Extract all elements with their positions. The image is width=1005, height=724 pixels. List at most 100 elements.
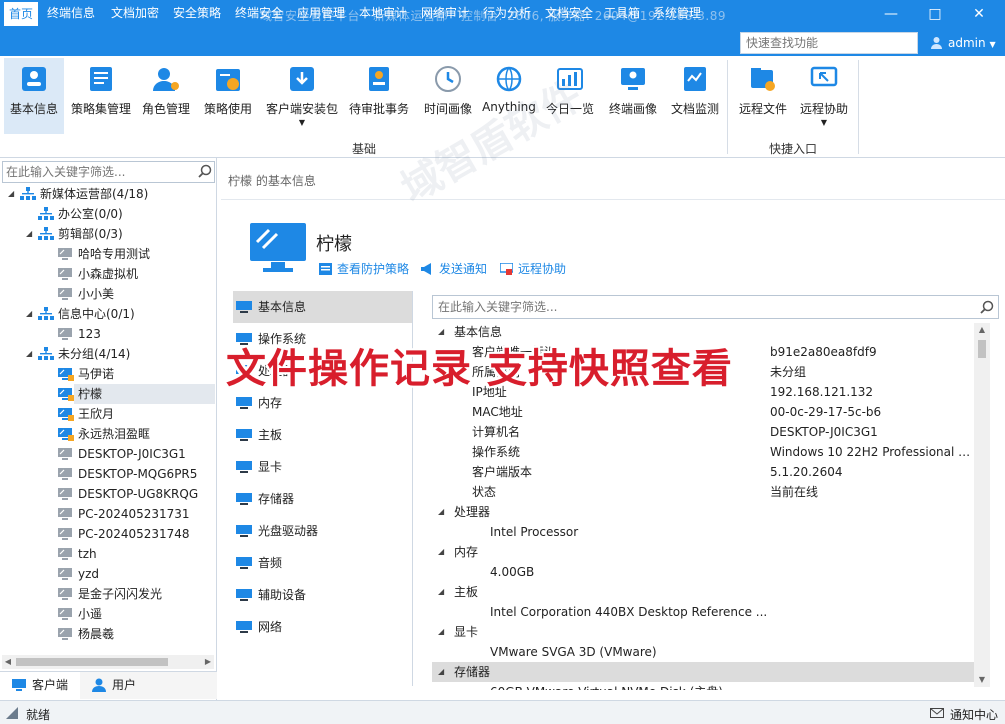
ribbon-button-policy-set[interactable]: 策略集管理 [68,58,134,134]
tab-clients[interactable]: 客户端 [0,672,80,699]
tree-client-node[interactable]: PC-202405231748 [0,524,215,544]
scroll-left-icon[interactable]: ◀ [2,655,14,669]
category-item[interactable]: 存储器 [233,483,412,515]
tree-client-node[interactable]: 哈哈专用测试 [0,244,215,264]
tree-client-node[interactable]: 小小美 [0,284,215,304]
ribbon-button-remote-file[interactable]: 远程文件 [733,58,793,134]
menu-item[interactable]: 网络审计 [414,0,476,26]
ribbon-button-policy-usage[interactable]: 策略使用 [198,58,258,134]
collapse-arrow-icon[interactable]: ◢ [8,184,16,204]
tree-client-node[interactable]: 小遥 [0,604,215,624]
tree-client-node[interactable]: 是金子闪闪发光 [0,584,215,604]
detail-vertical-scrollbar[interactable]: ▲ ▼ [974,323,990,687]
tree-client-node[interactable]: yzd [0,564,215,584]
detail-row[interactable]: 状态 当前在线 [432,482,975,502]
detail-section-header[interactable]: ◢ 处理器 [432,502,975,522]
collapse-arrow-icon[interactable]: ◢ [438,622,448,642]
menu-item[interactable]: 安全策略 [166,0,228,26]
tree-client-node[interactable]: 123 [0,324,215,344]
ribbon-button-terminal-portrait[interactable]: 终端画像 [603,58,663,134]
function-search-box[interactable] [740,32,918,54]
menu-item[interactable]: 行为分析 [476,0,538,26]
collapse-arrow-icon[interactable]: ◢ [438,662,448,682]
menu-item[interactable]: 终端安全 [228,0,290,26]
search-icon[interactable] [198,164,212,178]
close-button[interactable]: ✕ [957,0,1001,30]
tree-client-node[interactable]: PC-202405231731 [0,504,215,524]
tree-client-node[interactable]: 王欣月 [0,404,215,424]
detail-row[interactable]: 客户端版本 5.1.20.2604 [432,462,975,482]
tree-filter-input[interactable] [3,162,193,182]
tree-client-node[interactable]: 永远热泪盈眶 [0,424,215,444]
expand-arrow-icon[interactable] [26,204,34,224]
maximize-button[interactable]: □ [913,0,957,30]
send-notification-link[interactable]: 发送通知 [421,260,487,276]
tree-client-node[interactable]: tzh [0,544,215,564]
collapse-arrow-icon[interactable]: ◢ [26,304,34,324]
tree-filter-box[interactable] [2,161,215,183]
detail-row[interactable]: 4.00GB [432,562,975,582]
category-item[interactable]: 主板 [233,419,412,451]
tree-client-node[interactable]: 小森虚拟机 [0,264,215,284]
user-menu[interactable]: admin ▼ [930,30,996,56]
collapse-arrow-icon[interactable]: ◢ [438,542,448,562]
menu-item[interactable]: 系统管理 [646,0,708,26]
tree-client-node[interactable]: 柠檬 [58,384,215,404]
detail-section-header[interactable]: ◢ 存储器 [432,662,975,682]
tree-group-node[interactable]: 办公室(0/0) [0,204,215,224]
scroll-down-icon[interactable]: ▼ [974,673,990,687]
menu-item[interactable]: 文档加密 [104,0,166,26]
tree-client-node[interactable]: DESKTOP-UG8KRQG [0,484,215,504]
menu-item[interactable]: 文档安全 [538,0,600,26]
remote-assist-link[interactable]: 远程协助 [500,260,566,276]
scroll-up-icon[interactable]: ▲ [974,323,990,337]
category-item[interactable]: 网络 [233,611,412,643]
tab-users[interactable]: 用户 [80,672,144,699]
ribbon-button-client-package[interactable]: 客户端安装包 ▼ [262,58,342,134]
tree-client-node[interactable]: 杨晨羲 [0,624,215,644]
tree-group-node[interactable]: ◢ 新媒体运营部(4/18) [0,184,215,204]
ribbon-button-pending-approval[interactable]: 待审批事务 [344,58,414,134]
ribbon-button-basic-info[interactable]: 基本信息 [4,58,64,134]
category-item[interactable]: 辅助设备 [233,579,412,611]
view-protection-policy-link[interactable]: 查看防护策略 [319,260,409,276]
tree-group-node[interactable]: ◢ 剪辑部(0/3) [0,224,215,244]
category-item[interactable]: 光盘驱动器 [233,515,412,547]
collapse-arrow-icon[interactable]: ◢ [26,344,34,364]
notification-center-link[interactable]: 通知中心 [950,706,998,723]
menu-item[interactable]: 应用管理 [290,0,352,26]
detail-row[interactable]: Intel Processor [432,522,975,542]
collapse-arrow-icon[interactable]: ◢ [26,224,34,244]
tree-horizontal-scrollbar[interactable]: ◀ ▶ [2,655,214,669]
tree-client-node[interactable]: 马伊诺 [0,364,215,384]
minimize-button[interactable]: — [869,0,913,30]
detail-row[interactable]: VMware SVGA 3D (VMware) [432,642,975,662]
detail-section-header[interactable]: ◢ 主板 [432,582,975,602]
category-item[interactable]: 基本信息 [233,291,412,323]
detail-row[interactable]: 计算机名 DESKTOP-J0IC3G1 [432,422,975,442]
detail-section-header[interactable]: ◢ 显卡 [432,622,975,642]
category-item[interactable]: 显卡 [233,451,412,483]
scroll-thumb[interactable] [16,658,168,666]
detail-filter-input[interactable] [433,296,963,318]
collapse-arrow-icon[interactable]: ◢ [438,582,448,602]
menu-item[interactable]: 工具箱 [600,0,644,26]
detail-filter-box[interactable] [432,295,999,319]
tree-group-node[interactable]: ◢ 信息中心(0/1) [0,304,215,324]
tree-client-node[interactable]: DESKTOP-MQG6PR5 [0,464,215,484]
detail-row[interactable]: Intel Corporation 440BX Desktop Referenc… [432,602,975,622]
function-search-input[interactable] [741,33,917,53]
search-icon[interactable] [980,300,994,314]
collapse-arrow-icon[interactable]: ◢ [438,502,448,522]
detail-row[interactable]: 60GB VMware Virtual NVMe Disk (主盘) [432,682,975,690]
menu-item[interactable]: 本地审计 [352,0,414,26]
ribbon-button-remote-assist[interactable]: 远程协助 ▼ [794,58,854,134]
menu-item[interactable]: 首页 [4,2,38,26]
detail-row[interactable]: 操作系统 Windows 10 22H2 Professional E... [432,442,975,462]
ribbon-button-role[interactable]: 角色管理 [136,58,196,134]
menu-item[interactable]: 终端信息 [40,0,102,26]
detail-section-header[interactable]: ◢ 内存 [432,542,975,562]
scroll-thumb[interactable] [978,340,986,358]
tree-client-node[interactable]: DESKTOP-J0IC3G1 [0,444,215,464]
category-item[interactable]: 音频 [233,547,412,579]
